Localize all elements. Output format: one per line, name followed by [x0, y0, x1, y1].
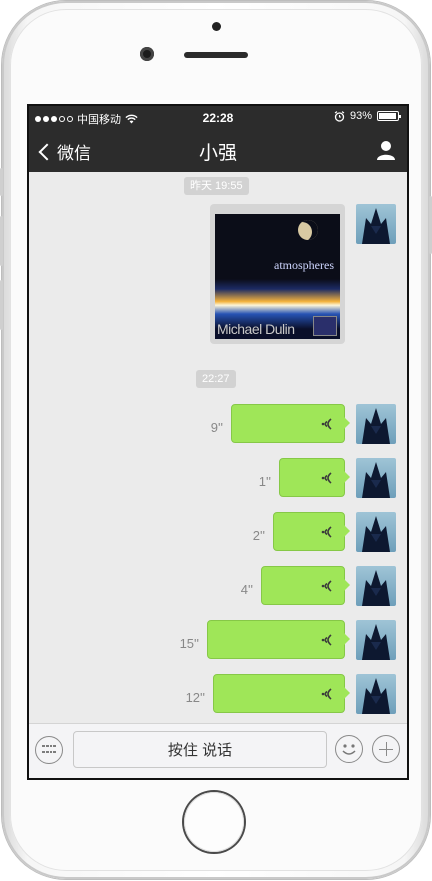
voice-message-bubble[interactable] — [213, 674, 350, 713]
voice-message-bubble[interactable] — [207, 620, 350, 659]
voice-message-bubble[interactable] — [273, 512, 350, 551]
voice-wave-icon — [321, 688, 332, 700]
avatar[interactable] — [356, 204, 396, 244]
person-icon[interactable] — [375, 139, 397, 161]
voice-wave-icon — [321, 580, 332, 592]
chat-area[interactable]: 昨天 19:55 atmospheres Michael Dulin 22:27… — [29, 172, 407, 724]
keyboard-icon[interactable] — [35, 736, 63, 764]
album-label-logo — [313, 316, 337, 336]
voice-wave-icon — [321, 634, 332, 646]
hold-to-talk-button[interactable]: 按住 说话 — [73, 731, 327, 768]
battery-icon — [377, 111, 401, 121]
voice-wave-icon — [321, 418, 332, 430]
album-cover-image: atmospheres Michael Dulin — [215, 214, 340, 339]
screen: 中国移动 22:28 93% 微信 小强 昨天 19:55 atmosphere… — [27, 104, 409, 780]
voice-message-bubble[interactable] — [279, 458, 350, 497]
moon-graphic — [298, 220, 318, 240]
voice-message-bubble[interactable] — [231, 404, 350, 443]
image-message[interactable]: atmospheres Michael Dulin — [210, 204, 345, 344]
avatar[interactable] — [356, 566, 396, 606]
voice-duration-label: 9'' — [210, 420, 223, 435]
status-bar: 中国移动 22:28 93% — [29, 106, 407, 128]
voice-duration-label: 12'' — [185, 690, 205, 705]
voice-wave-icon — [321, 472, 332, 484]
album-title-text: atmospheres — [274, 258, 334, 272]
timestamp: 22:27 — [196, 370, 236, 388]
alarm-icon — [334, 110, 345, 122]
earpiece — [184, 52, 248, 58]
avatar[interactable] — [356, 620, 396, 660]
mute-switch — [0, 168, 3, 196]
nav-bar: 微信 小强 — [29, 128, 407, 172]
volume-up-button — [0, 216, 3, 266]
album-artist-text: Michael Dulin — [217, 321, 295, 337]
chat-title: 小强 — [198, 143, 237, 164]
front-sensor — [212, 22, 221, 31]
battery-percent: 93% — [349, 110, 372, 122]
input-bar: 按住 说话 — [29, 723, 407, 778]
home-button[interactable] — [184, 792, 244, 852]
voice-duration-label: 4'' — [240, 582, 253, 597]
plus-icon[interactable] — [372, 735, 400, 763]
avatar[interactable] — [356, 404, 396, 444]
emoji-icon[interactable] — [335, 735, 363, 763]
voice-message-bubble[interactable] — [261, 566, 350, 605]
avatar[interactable] — [356, 458, 396, 498]
voice-wave-icon — [321, 526, 332, 538]
volume-down-button — [0, 280, 3, 330]
voice-duration-label: 1'' — [258, 474, 271, 489]
status-right: 93% — [334, 110, 401, 122]
front-camera — [140, 47, 154, 61]
voice-duration-label: 15'' — [179, 636, 199, 651]
voice-duration-label: 2'' — [252, 528, 265, 543]
avatar[interactable] — [356, 674, 396, 714]
avatar[interactable] — [356, 512, 396, 552]
timestamp: 昨天 19:55 — [184, 177, 249, 195]
